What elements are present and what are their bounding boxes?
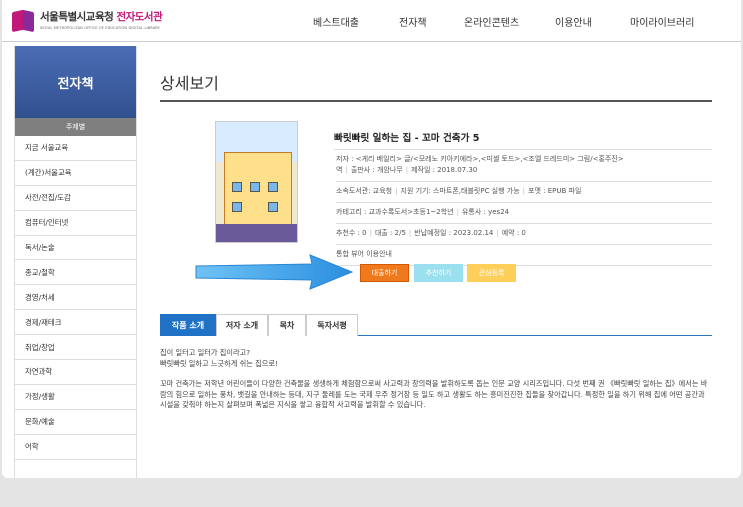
sidebar-item[interactable]: 가정/생활 (15, 385, 136, 410)
book-description: 집이 일터고 일터가 집이라고? 빠릿빠릿 일하고 느긋하게 쉬는 집으로! 꼬… (160, 348, 712, 411)
sidebar-item[interactable]: 경제/재테크 (15, 310, 136, 336)
sidebar-item[interactable]: (계간)서울교육 (15, 161, 136, 186)
description-paragraph: 꼬마 건축가는 저학년 어린이들이 다양한 건축물을 생생하게 체험함으로써 사… (160, 379, 708, 409)
nav-online-content[interactable]: 온라인콘텐츠 (464, 14, 519, 29)
window-bottom (0, 478, 743, 507)
tab-contents[interactable]: 목차 (268, 314, 306, 336)
sidebar-item[interactable]: 사전/전집/도감 (15, 186, 136, 211)
sidebar-item[interactable]: 지금 서울교육 (15, 136, 136, 161)
meta-library: 소속도서관: 교육청 | 지원 기기: 스마트폰,태블릿PC 실행 가능 | 포맷 : … (336, 182, 712, 203)
loan-button[interactable]: 대출하기 (360, 264, 409, 282)
site-header: 서울특별시교육청 전자도서관 SEOUL METROPOLITAN OFFICE… (2, 0, 741, 42)
tab-introduction[interactable]: 작품 소개 (160, 314, 216, 336)
wishlist-button[interactable]: 관심등록 (467, 264, 516, 282)
nav-best-loans[interactable]: 베스트대출 (313, 14, 359, 29)
book-title: 빠릿빠릿 일하는 집 - 꼬마 건축가 5 (334, 133, 480, 144)
site-logo[interactable]: 서울특별시교육청 전자도서관 SEOUL METROPOLITAN OFFICE… (12, 9, 163, 35)
sidebar-item[interactable]: 취업/창업 (15, 335, 136, 361)
book-cover-image[interactable] (215, 121, 298, 243)
logo-title: 서울특별시교육청 전자도서관 (40, 11, 163, 23)
sidebar: 전자책 주제별 지금 서울교육 (계간)서울교육 사전/전집/도감 컴퓨터/인터… (14, 46, 137, 478)
sidebar-item[interactable]: 경영/처세 (15, 285, 136, 311)
library-book-logo-icon (12, 9, 36, 33)
page: 서울특별시교육청 전자도서관 SEOUL METROPOLITAN OFFICE… (2, 0, 741, 478)
description-line: 집이 일터고 일터가 집이라고? (160, 348, 251, 357)
page-title: 상세보기 (160, 74, 219, 93)
nav-guide[interactable]: 이용안내 (555, 14, 592, 29)
sidebar-item[interactable]: 문화/예술 (15, 410, 136, 435)
meta-category: 카테고리 : 교과수록도서>초등1~2학년 | 유통사 : yes24 (336, 203, 712, 224)
sidebar-title: 전자책 (15, 46, 136, 118)
sidebar-item[interactable]: 컴퓨터/인터넷 (15, 211, 136, 236)
meta-stats: 추천수 : 0 | 대출 : 2/5 | 반납예정일 : 2023.02.14 | 예약 :… (336, 224, 712, 245)
right-arrow-icon (195, 254, 354, 290)
title-divider (160, 100, 712, 102)
action-buttons: 대출하기 추천하기 관심등록 (360, 264, 519, 282)
meta-authors: 저자 : <게리 베일리> 글/<모레노 키아키에라>,<미셸 토드>,<조엘 … (336, 150, 712, 182)
window-frame: 서울특별시교육청 전자도서관 SEOUL METROPOLITAN OFFICE… (0, 0, 743, 507)
nav-ebooks[interactable]: 전자책 (399, 14, 427, 29)
sidebar-item[interactable]: 자연과학 (15, 360, 136, 385)
sidebar-item[interactable]: 종교/철학 (15, 260, 136, 286)
tab-author[interactable]: 저자 소개 (216, 314, 268, 336)
logo-subtitle: SEOUL METROPOLITAN OFFICE OF EDUCATION D… (40, 26, 160, 30)
sidebar-section-header: 주제별 (15, 118, 136, 136)
detail-tabs: 작품 소개 저자 소개 목차 독자서평 (160, 314, 712, 336)
sidebar-item[interactable]: 독서/논술 (15, 236, 136, 261)
nav-my-library[interactable]: 마이라이브러리 (630, 14, 694, 29)
book-meta: 저자 : <게리 베일리> 글/<모레노 키아키에라>,<미셸 토드>,<조엘 … (334, 149, 712, 266)
sidebar-item[interactable]: 어학 (15, 435, 136, 460)
viewer-guide-link[interactable]: 통합 뷰어 이용안내 (336, 245, 712, 266)
tab-reviews[interactable]: 독자서평 (306, 314, 358, 336)
recommend-button[interactable]: 추천하기 (414, 264, 463, 282)
description-line: 빠릿빠릿 일하고 느긋하게 쉬는 집으로! (160, 358, 278, 368)
